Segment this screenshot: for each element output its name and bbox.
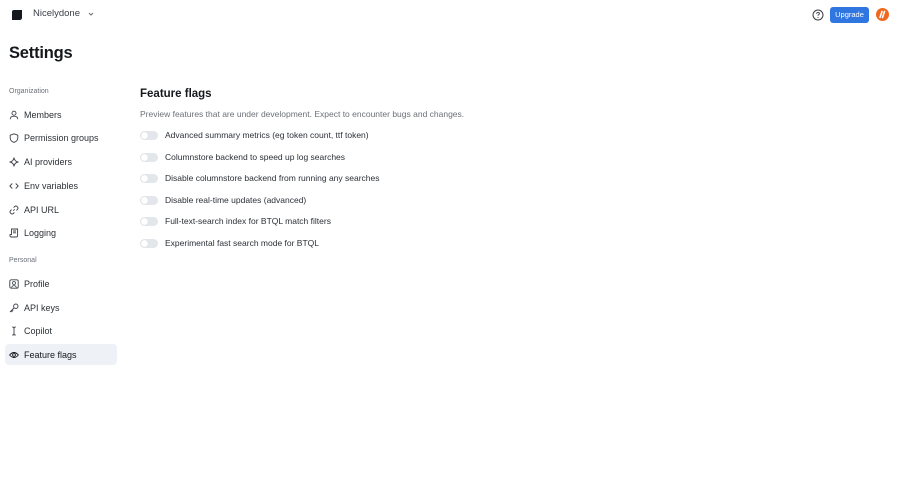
sparkle-icon (9, 157, 19, 166)
feature-flag-row: Experimental fast search mode for BTQL (140, 236, 319, 250)
feature-flag-row: Disable columnstore backend from running… (140, 171, 380, 185)
link-icon (9, 205, 19, 214)
text-cursor-icon (12, 325, 16, 336)
feature-flag-toggle[interactable] (140, 238, 158, 248)
avatar-logo-icon (879, 10, 886, 19)
toggle-knob (141, 196, 148, 204)
feature-flag-toggle[interactable] (140, 130, 158, 140)
help-icon[interactable] (812, 9, 824, 21)
sidebar-item-label: Permission groups (24, 132, 99, 143)
feature-flag-label: Disable columnstore backend from running… (165, 173, 380, 183)
sidebar-item-api-keys[interactable]: API keys (5, 297, 117, 318)
code-icon (9, 182, 19, 189)
sidebar-item-label: API URL (24, 204, 60, 215)
sidebar-item-logging[interactable]: Logging (5, 222, 117, 243)
feature-flag-label: Columnstore backend to speed up log sear… (165, 152, 346, 162)
section-label-personal: Personal (9, 257, 37, 264)
section-description: Preview features that are under developm… (140, 109, 465, 119)
feature-flag-row: Full-text-search index for BTQL match fi… (140, 214, 331, 228)
sidebar-item-label: Members (24, 109, 62, 120)
feature-flag-toggle[interactable] (140, 173, 158, 183)
log-icon (9, 228, 19, 237)
sidebar-item-label: Feature flags (24, 349, 77, 360)
profile-icon (9, 278, 19, 289)
upgrade-button[interactable]: Upgrade (830, 7, 869, 23)
sidebar-item-members[interactable]: Members (5, 104, 117, 125)
sidebar-item-ai-providers[interactable]: AI providers (5, 151, 117, 172)
sidebar-item-label: Logging (24, 227, 57, 238)
feature-flag-label: Advanced summary metrics (eg token count… (165, 130, 369, 140)
feature-flag-toggle[interactable] (140, 152, 158, 162)
sidebar-item-feature-flags[interactable]: Feature flags (5, 344, 117, 365)
sidebar-item-permission-groups[interactable]: Permission groups (5, 127, 117, 148)
toggle-knob (141, 239, 148, 247)
sidebar-item-env-variables[interactable]: Env variables (5, 175, 117, 196)
feature-flag-label: Disable real-time updates (advanced) (165, 195, 307, 205)
feature-flag-row: Columnstore backend to speed up log sear… (140, 150, 345, 164)
app-logo-icon[interactable] (11, 9, 23, 21)
toggle-knob (141, 217, 148, 225)
sidebar-item-copilot[interactable]: Copilot (5, 320, 117, 341)
page-title: Settings (9, 44, 73, 62)
toggle-knob (141, 131, 148, 139)
feature-flag-row: Advanced summary metrics (eg token count… (140, 128, 369, 142)
section-label-organization: Organization (9, 88, 49, 95)
avatar[interactable] (876, 8, 889, 21)
key-icon (9, 303, 19, 312)
chevron-down-icon (88, 12, 94, 16)
sidebar-item-label: API keys (24, 302, 60, 313)
sidebar-item-label: Env variables (24, 180, 79, 191)
sidebar-item-label: Profile (24, 278, 50, 289)
org-switcher[interactable]: Nicelydone (33, 8, 95, 19)
eye-icon (9, 351, 19, 358)
sidebar-item-profile[interactable]: Profile (5, 273, 117, 294)
feature-flag-row: Disable real-time updates (advanced) (140, 193, 306, 207)
top-bar: Nicelydone Upgrade (0, 0, 900, 30)
feature-flag-label: Experimental fast search mode for BTQL (165, 238, 320, 248)
org-name: Nicelydone (33, 8, 80, 19)
sidebar-item-label: AI providers (24, 156, 73, 167)
toggle-knob (141, 153, 148, 161)
feature-flag-toggle[interactable] (140, 216, 158, 226)
section-heading: Feature flags (140, 88, 212, 100)
feature-flag-label: Full-text-search index for BTQL match fi… (165, 216, 331, 226)
feature-flag-toggle[interactable] (140, 195, 158, 205)
user-icon (9, 110, 19, 119)
sidebar-item-label: Copilot (24, 325, 53, 336)
toggle-knob (141, 174, 148, 182)
sidebar-item-api-url[interactable]: API URL (5, 199, 117, 220)
shield-icon (9, 132, 19, 143)
